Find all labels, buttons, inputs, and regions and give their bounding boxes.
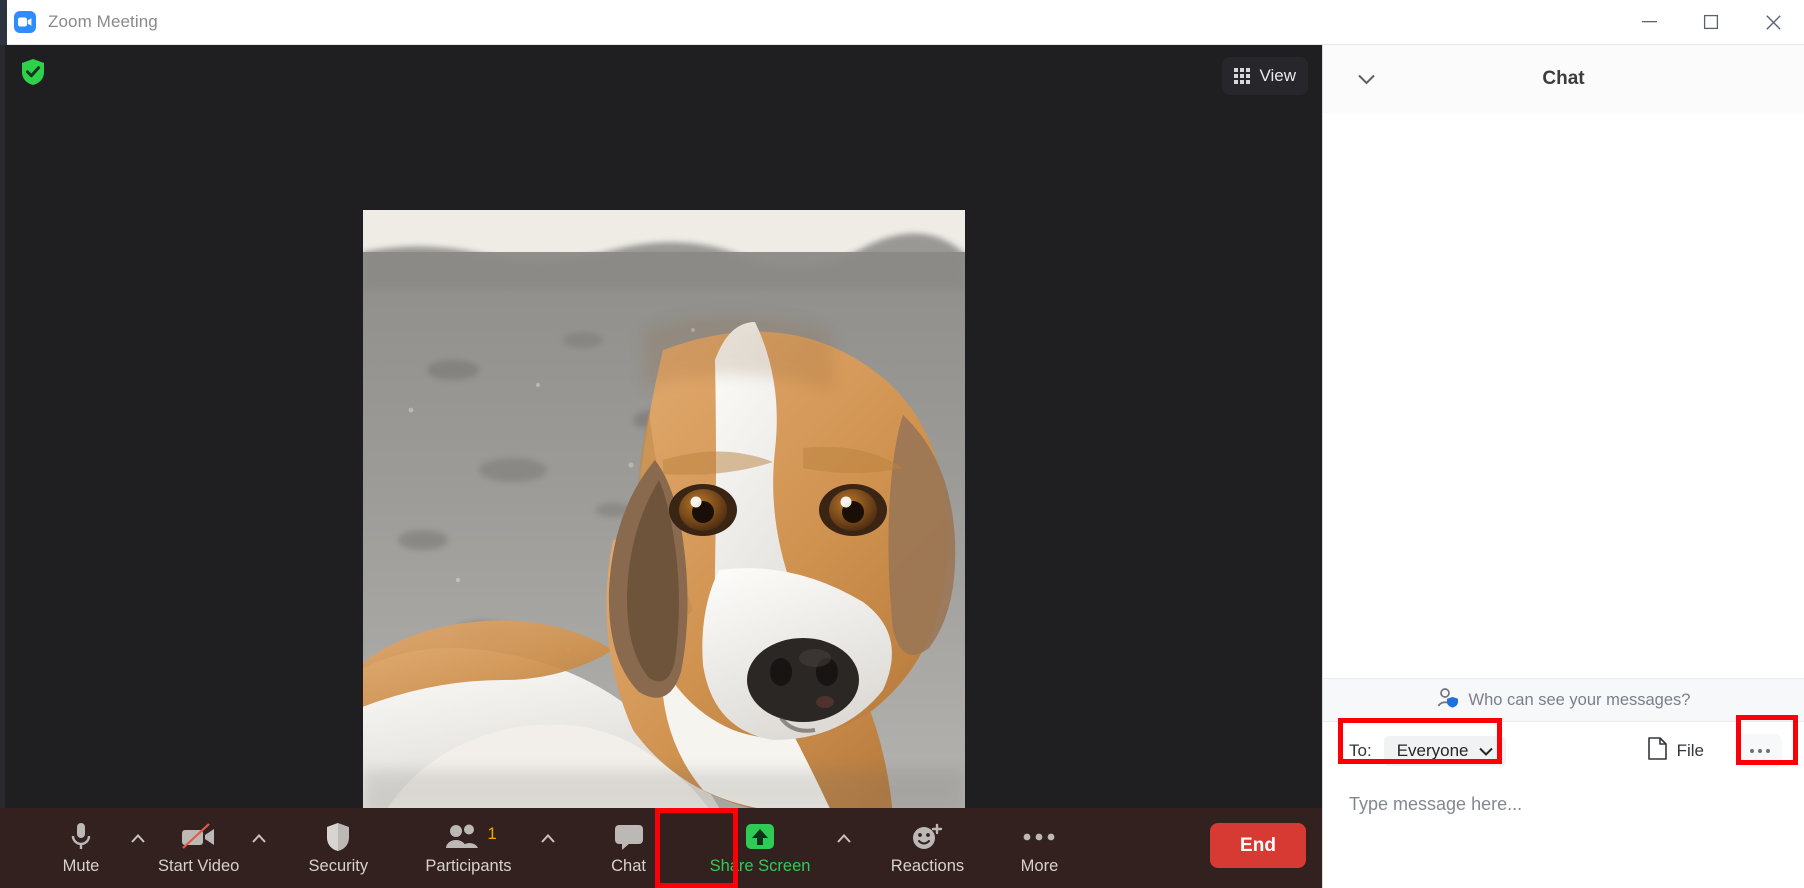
toolbar-button-mute[interactable]: Mute <box>38 808 124 888</box>
microphone-icon <box>70 821 92 853</box>
chevron-down-icon <box>1479 741 1493 761</box>
chat-to-label: To: <box>1349 741 1372 761</box>
dog-photo <box>363 210 965 815</box>
toolbar-label-mute: Mute <box>63 858 100 875</box>
toolbar-label-participants: Participants <box>425 858 511 875</box>
chat-message-list[interactable] <box>1323 113 1804 678</box>
toolbar-button-more[interactable]: More <box>996 808 1082 888</box>
chat-more-options-button[interactable] <box>1738 734 1782 768</box>
window-titlebar: Zoom Meeting <box>0 0 1804 45</box>
person-shield-icon <box>1437 688 1459 713</box>
chevron-down-icon[interactable] <box>1353 66 1379 92</box>
video-off-icon <box>181 821 217 853</box>
smiley-plus-icon <box>910 821 944 853</box>
ellipsis-icon <box>1022 821 1056 853</box>
zoom-meeting-window: Zoom Meeting View <box>0 0 1804 888</box>
toolbar-button-security[interactable]: Security <box>295 808 381 888</box>
toolbar-label-security: Security <box>309 858 369 875</box>
maximize-icon[interactable] <box>1680 0 1742 45</box>
dog-left-eye <box>669 484 737 536</box>
view-button-label: View <box>1259 66 1296 86</box>
shield-icon <box>325 821 351 853</box>
zoom-camera-icon <box>14 11 36 33</box>
stage-left-rail <box>0 45 5 888</box>
toolbar-button-start-video[interactable]: Start Video <box>152 808 245 888</box>
minimize-icon[interactable] <box>1618 0 1680 45</box>
dog-nose <box>747 638 859 722</box>
ellipsis-dot <box>1750 749 1754 753</box>
chat-panel-header: Chat <box>1323 45 1804 113</box>
file-icon <box>1648 737 1667 765</box>
participant-video-tile[interactable] <box>363 210 965 815</box>
chat-panel: Chat Who can see your messages? To: Ever… <box>1322 45 1804 888</box>
meeting-toolbar: Mute Start Video <box>0 808 1322 888</box>
toolbar-button-reactions[interactable]: Reactions <box>884 808 970 888</box>
close-icon[interactable] <box>1742 0 1804 45</box>
toolbar-label-chat: Chat <box>611 858 646 875</box>
video-options-caret-icon[interactable] <box>245 808 273 888</box>
ellipsis-dot <box>1766 749 1770 753</box>
titlebar-accent-strip <box>0 0 7 45</box>
chat-file-button[interactable]: File <box>1640 733 1712 769</box>
chat-bubble-icon <box>613 821 645 853</box>
grid-icon <box>1234 68 1250 84</box>
chat-privacy-notice[interactable]: Who can see your messages? <box>1323 678 1804 722</box>
chat-file-label: File <box>1677 741 1704 761</box>
dog-right-eye <box>819 484 887 536</box>
ellipsis-dot <box>1758 749 1762 753</box>
end-meeting-button[interactable]: End <box>1210 823 1306 868</box>
view-button[interactable]: View <box>1222 57 1308 95</box>
chat-panel-title: Chat <box>1542 68 1584 90</box>
toolbar-button-participants[interactable]: Participants 1 <box>419 808 517 888</box>
toolbar-button-share-screen[interactable]: Share Screen <box>704 808 817 888</box>
toolbar-label-share-screen: Share Screen <box>710 858 811 875</box>
chat-recipient-selector[interactable]: Everyone <box>1384 736 1506 766</box>
chat-recipient-row: To: Everyone File <box>1323 722 1804 780</box>
window-title: Zoom Meeting <box>48 12 158 32</box>
video-stage: View <box>0 45 1322 888</box>
chat-recipient-value: Everyone <box>1397 741 1469 761</box>
share-screen-up-arrow-icon <box>743 821 777 853</box>
participants-options-caret-icon[interactable] <box>534 808 562 888</box>
mute-options-caret-icon[interactable] <box>124 808 152 888</box>
toolbar-label-more: More <box>1021 858 1059 875</box>
toolbar-label-reactions: Reactions <box>891 858 964 875</box>
green-shield-check-icon[interactable] <box>20 58 46 86</box>
participants-count-badge: 1 <box>487 824 496 844</box>
chat-privacy-notice-text: Who can see your messages? <box>1469 691 1691 710</box>
share-options-caret-icon[interactable] <box>830 808 858 888</box>
people-icon <box>445 821 491 853</box>
toolbar-button-chat[interactable]: Chat <box>588 808 670 888</box>
chat-message-input[interactable]: Type message here... <box>1323 780 1804 829</box>
toolbar-label-start-video: Start Video <box>158 858 239 875</box>
